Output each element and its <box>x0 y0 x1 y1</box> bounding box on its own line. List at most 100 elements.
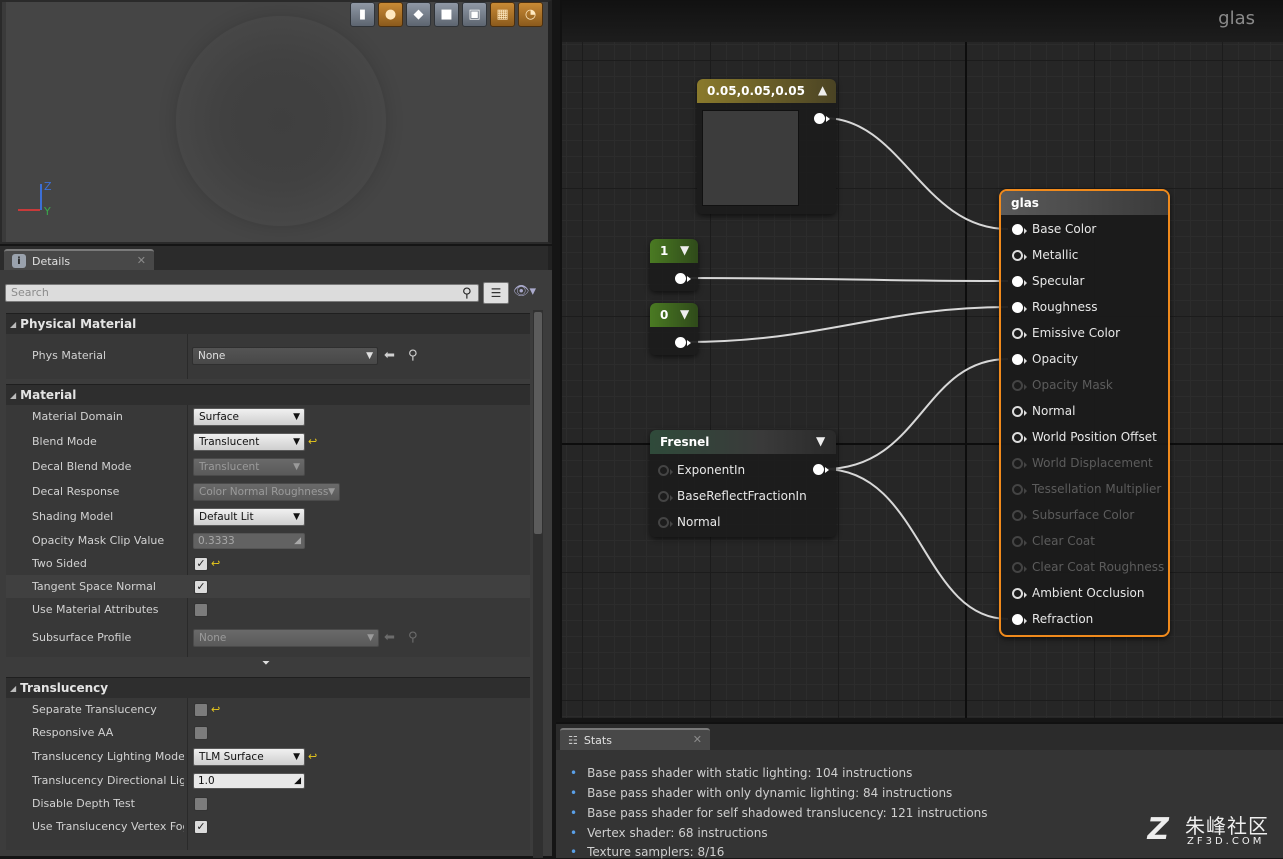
stat-text: Vertex shader: 68 instructions <box>587 826 768 840</box>
responsive-aa-checkbox[interactable] <box>194 725 208 740</box>
result-input-label: Ambient Occlusion <box>1032 586 1145 600</box>
grid-icon[interactable]: ▦ <box>490 2 515 27</box>
category-physical-material[interactable]: ◢ Physical Material <box>6 313 530 334</box>
fresnel-node[interactable]: Fresnel ▼ ExponentIn BaseReflectFraction… <box>650 430 836 537</box>
resize-corner-icon: ◢ <box>294 535 301 546</box>
result-input-pin[interactable] <box>1012 250 1027 261</box>
view-options-icon[interactable]: 👁▾ <box>513 284 536 299</box>
result-input-pin[interactable] <box>1012 588 1027 599</box>
details-body: Search ⚲ ☰ 👁▾ ◢ Physical Material Phys M… <box>0 270 552 858</box>
output-pin[interactable] <box>675 337 691 348</box>
expand-advanced-icon[interactable]: ⏷ <box>262 658 270 669</box>
result-input-label: Subsurface Color <box>1032 508 1135 522</box>
result-input-label: Emissive Color <box>1032 326 1121 340</box>
stat-line: • Vertex shader: 68 instructions <box>570 826 768 840</box>
result-input-pin[interactable] <box>1012 302 1027 313</box>
collapse-triangle-icon[interactable]: ▲ <box>818 83 827 97</box>
axis-z-line <box>40 184 42 210</box>
watermark-cn-text: 朱峰社区 <box>1185 814 1269 838</box>
tangent-space-normal-checkbox[interactable]: ✓ <box>194 579 208 594</box>
close-icon[interactable]: ✕ <box>693 733 702 746</box>
cube-icon[interactable]: ■ <box>434 2 459 27</box>
node-title: 1 <box>660 244 669 258</box>
translucency-lighting-mode-dropdown[interactable]: TLM Surface ▼ <box>193 747 305 766</box>
output-pin[interactable] <box>813 464 829 475</box>
dropdown-value: None <box>199 631 227 644</box>
details-tab[interactable]: i Details ✕ <box>4 249 154 271</box>
output-pin[interactable] <box>675 273 691 284</box>
prop-label: Use Translucency Vertex Fog <box>32 820 184 833</box>
bullet-icon: • <box>570 766 578 780</box>
result-input-pin[interactable] <box>1012 224 1027 235</box>
category-translucency[interactable]: ◢ Translucency <box>6 677 530 698</box>
material-domain-dropdown[interactable]: Surface ▼ <box>193 407 305 426</box>
material-preview-viewport[interactable]: ▮ ● ◆ ■ ▣ ▦ ◔ Z Y <box>0 0 552 244</box>
chevron-down-icon[interactable]: ▼ <box>680 307 689 321</box>
result-input-label: Clear Coat <box>1032 534 1095 548</box>
stats-icon: ☷ <box>568 733 578 747</box>
input-pin-normal[interactable] <box>658 517 673 528</box>
input-pin-exponent[interactable] <box>658 465 673 476</box>
reset-to-default-icon[interactable]: ↩ <box>211 557 220 570</box>
translucency-block: Separate Translucency ↩ Responsive AA Tr… <box>6 698 530 850</box>
realtime-icon[interactable]: ◔ <box>518 2 543 27</box>
stats-tab[interactable]: ☷ Stats ✕ <box>560 728 710 750</box>
chevron-down-icon: ▼ <box>293 751 300 762</box>
use-selected-arrow-icon[interactable]: ⬅ <box>384 348 395 363</box>
reset-to-default-icon[interactable]: ↩ <box>211 703 220 716</box>
watermark-logo: Z 朱峰社区 ZF3D.COM <box>1144 810 1275 850</box>
details-scrollbar-thumb[interactable] <box>534 312 542 534</box>
sphere-icon[interactable]: ● <box>378 2 403 27</box>
result-input-pin[interactable] <box>1012 276 1027 287</box>
reset-to-default-icon[interactable]: ↩ <box>308 435 317 448</box>
viewport-canvas[interactable]: ▮ ● ◆ ■ ▣ ▦ ◔ Z Y <box>6 2 548 242</box>
prop-label: Material Domain <box>32 410 123 423</box>
chevron-down-icon: ▼ <box>293 511 300 522</box>
result-input-pin[interactable] <box>1012 354 1027 365</box>
material-graph-canvas[interactable]: glas 0.05,0.05,0.05 ▲ 1 ▼ 0 ▼ Fresnel ▼ … <box>560 0 1283 718</box>
result-input-pin <box>1012 536 1027 547</box>
phys-material-row: Phys Material None ▼ ⬅ ⚲ <box>6 334 530 379</box>
prop-label: Translucency Directional Lighti <box>32 774 184 787</box>
property-matrix-button[interactable]: ☰ <box>483 282 509 304</box>
shading-model-dropdown[interactable]: Default Lit ▼ <box>193 507 305 526</box>
use-translucency-vertex-fog-checkbox[interactable]: ✓ <box>194 819 208 834</box>
cylinder-icon[interactable]: ▮ <box>350 2 375 27</box>
chevron-down-icon[interactable]: ▼ <box>816 434 825 448</box>
result-input-pin <box>1012 510 1027 521</box>
category-material[interactable]: ◢ Material <box>6 384 530 405</box>
input-pin-base-reflect[interactable] <box>658 491 673 502</box>
result-input-pin[interactable] <box>1012 328 1027 339</box>
stat-text: Base pass shader with static lighting: 1… <box>587 766 913 780</box>
category-title: Translucency <box>20 681 109 695</box>
browse-search-icon[interactable]: ⚲ <box>408 348 418 363</box>
search-input[interactable]: Search <box>5 284 479 302</box>
disable-depth-test-checkbox[interactable] <box>194 796 208 811</box>
phys-material-dropdown[interactable]: None ▼ <box>192 346 378 365</box>
scalar-constant-node-specular[interactable]: 1 ▼ <box>650 239 698 291</box>
blend-mode-dropdown[interactable]: Translucent ▼ <box>193 432 305 451</box>
chevron-down-icon: ▼ <box>366 350 373 361</box>
result-input-pin[interactable] <box>1012 614 1027 625</box>
node-header: 0 <box>650 303 698 327</box>
output-pin[interactable] <box>814 113 830 124</box>
result-input-pin[interactable] <box>1012 432 1027 443</box>
material-result-node[interactable]: glas Base Color Metallic Specular Roughness… <box>999 189 1170 637</box>
prop-label: Blend Mode <box>32 435 97 448</box>
result-input-pin[interactable] <box>1012 406 1027 417</box>
plane-icon[interactable]: ◆ <box>406 2 431 27</box>
constant3-vector-node[interactable]: 0.05,0.05,0.05 ▲ <box>697 79 836 214</box>
chevron-down-icon[interactable]: ▼ <box>680 243 689 257</box>
responsive-aa-row: Responsive AA <box>6 721 530 744</box>
close-icon[interactable]: ✕ <box>137 254 146 267</box>
translucency-directional-lighting-input[interactable]: 1.0 ◢ <box>193 772 305 789</box>
reset-to-default-icon[interactable]: ↩ <box>308 750 317 763</box>
search-icon[interactable]: ⚲ <box>462 286 472 301</box>
use-material-attributes-checkbox[interactable] <box>194 602 208 617</box>
use-selected-arrow-icon: ⬅ <box>384 630 395 645</box>
separate-translucency-checkbox[interactable] <box>194 702 208 717</box>
result-input-pin <box>1012 562 1027 573</box>
two-sided-checkbox[interactable]: ✓ <box>194 556 208 571</box>
scalar-constant-node-roughness[interactable]: 0 ▼ <box>650 303 698 355</box>
mesh-icon[interactable]: ▣ <box>462 2 487 27</box>
